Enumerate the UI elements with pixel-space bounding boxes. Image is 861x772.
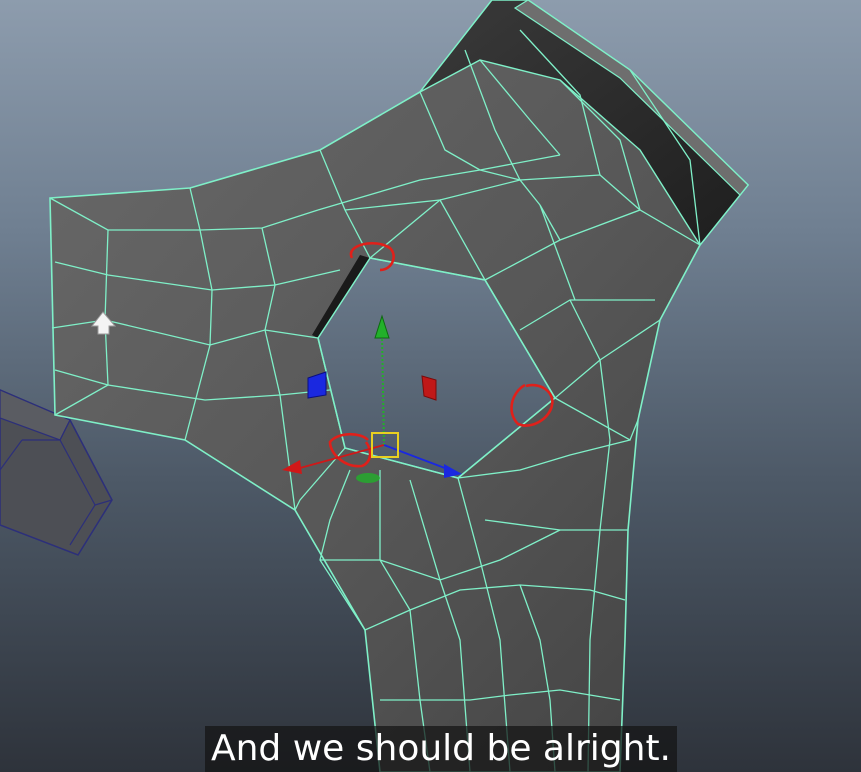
- viewport-scene[interactable]: [0, 0, 861, 772]
- selected-mesh-object[interactable]: [49, 0, 750, 772]
- y-axis-line[interactable]: [381, 334, 385, 446]
- maya-viewport[interactable]: And we should be alright.: [0, 0, 861, 772]
- xz-plane-handle[interactable]: [356, 473, 380, 483]
- subtitle-text: And we should be alright.: [210, 728, 672, 769]
- video-subtitle: And we should be alright.: [205, 726, 677, 772]
- yz-plane-handle[interactable]: [421, 375, 437, 401]
- y-axis-arrow-icon[interactable]: [374, 314, 390, 339]
